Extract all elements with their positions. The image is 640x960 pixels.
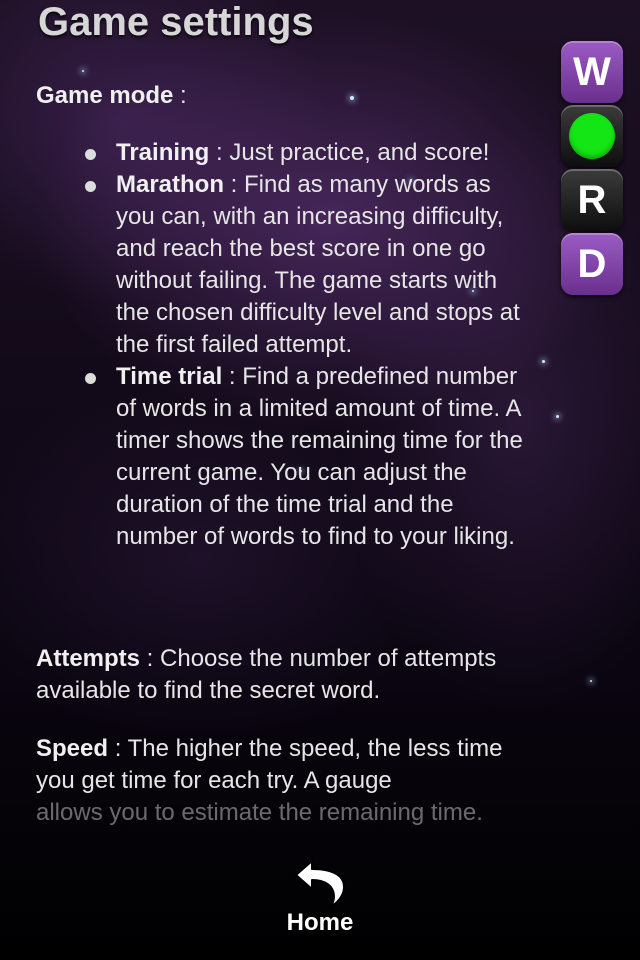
game-mode-list: Training : Just practice, and score! Mar… <box>80 137 530 553</box>
page-title: Game settings <box>38 0 314 44</box>
speed-description-faded: allows you to estimate the remaining tim… <box>36 799 483 826</box>
mode-name: Marathon <box>116 171 224 198</box>
list-item-training: Training : Just practice, and score! <box>80 137 530 169</box>
mode-name: Time trial <box>116 363 223 390</box>
game-mode-heading: Game mode : <box>36 80 187 112</box>
list-item-time-trial: Time trial : Find a predefined number of… <box>80 361 530 553</box>
home-label: Home <box>286 909 354 936</box>
speed-paragraph: Speed : The higher the speed, the less t… <box>36 733 546 829</box>
word-logo: W R D <box>561 41 623 297</box>
logo-tile-dot <box>561 105 623 167</box>
game-mode-label: Game mode <box>36 82 174 109</box>
list-item-marathon: Marathon : Find as many words as you can… <box>80 169 530 361</box>
mode-description: : Find as many words as you can, with an… <box>116 171 520 358</box>
attempts-label: Attempts <box>36 645 141 672</box>
home-button[interactable]: Home <box>270 855 370 937</box>
green-dot-icon <box>569 113 615 159</box>
speed-label: Speed <box>36 735 109 762</box>
logo-tile-d: D <box>561 233 623 295</box>
back-arrow-icon <box>295 860 345 908</box>
logo-tile-w: W <box>561 41 623 103</box>
game-mode-separator: : <box>173 82 187 109</box>
mode-name: Training <box>116 139 210 166</box>
attempts-paragraph: Attempts : Choose the number of attempts… <box>36 643 546 707</box>
logo-tile-r: R <box>561 169 623 231</box>
mode-description: : Just practice, and score! <box>209 139 490 166</box>
mode-description: : Find a predefined number of words in a… <box>116 363 523 550</box>
